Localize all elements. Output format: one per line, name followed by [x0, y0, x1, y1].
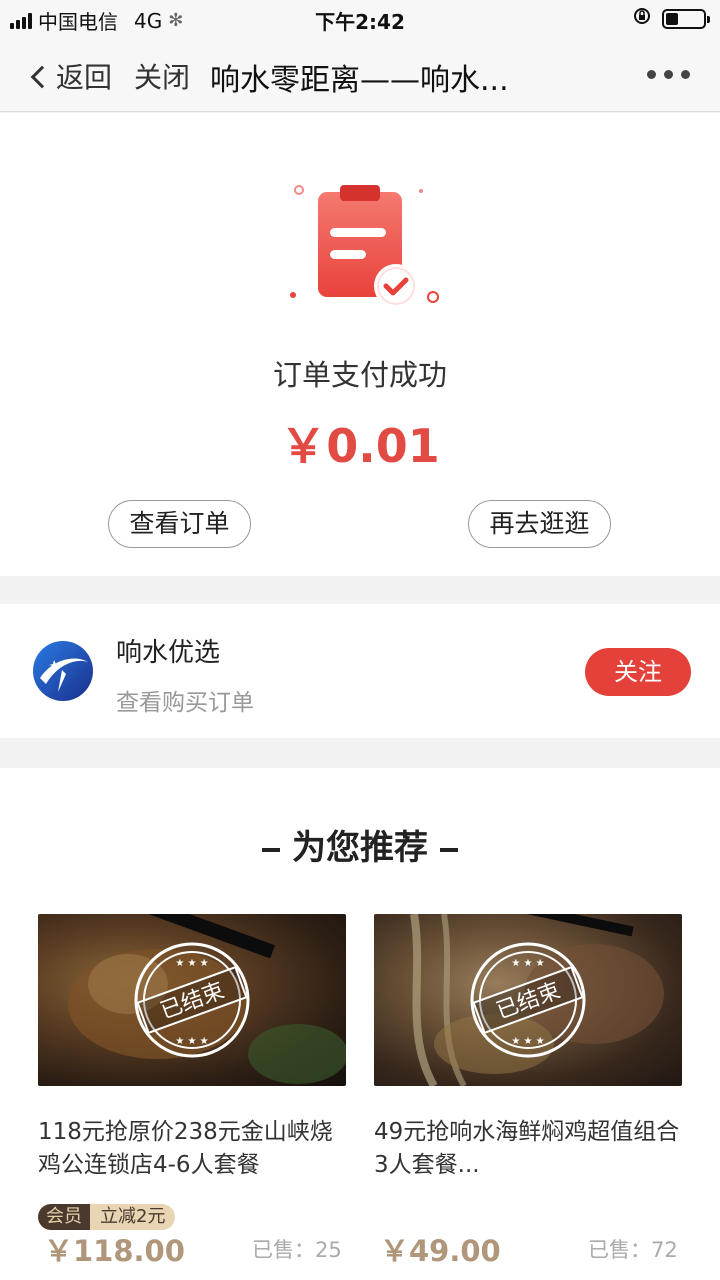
product-name[interactable]: 49元抢响水海鲜焖鸡超值组合3人套餐...	[374, 1116, 684, 1182]
nav-bar: 返回 关闭 响水零距离——响水...	[0, 36, 720, 112]
product-price: ￥118.00	[44, 1234, 185, 1268]
member-tag: 会员	[38, 1204, 90, 1230]
ended-stamp: 已结束 ★ ★ ★ ★ ★ ★	[134, 942, 250, 1058]
chevron-left-icon	[30, 65, 54, 89]
view-purchase-orders-link[interactable]: 查看购买订单	[116, 683, 254, 717]
page-title: 响水零距离——响水...	[210, 63, 509, 98]
view-order-button[interactable]: 查看订单	[108, 500, 251, 548]
battery-icon	[662, 8, 710, 29]
payment-success-title: 订单支付成功	[272, 358, 447, 392]
product-image[interactable]: 已结束 ★ ★ ★ ★ ★ ★	[38, 914, 346, 1086]
more-menu-icon[interactable]	[647, 70, 690, 79]
status-bar: 中国电信 4G ✻ 下午2:42	[0, 0, 720, 36]
product-image[interactable]: 已结束 ★ ★ ★ ★ ★ ★	[374, 914, 682, 1086]
orientation-lock-icon	[632, 6, 652, 31]
follow-button[interactable]: 关注	[585, 648, 691, 696]
clipboard-check-icon	[290, 185, 439, 308]
back-label: 返回	[56, 61, 113, 94]
shop-logo	[33, 641, 93, 701]
ended-stamp: 已结束 ★ ★ ★ ★ ★ ★	[470, 942, 586, 1058]
payment-amount: ￥0.01	[280, 419, 440, 473]
recommend-title-text: 为您推荐	[292, 828, 428, 868]
product-price: ￥49.00	[380, 1234, 501, 1268]
back-button[interactable]: 返回	[30, 56, 113, 96]
close-button[interactable]: 关闭	[134, 56, 190, 96]
recommend-title: 为您推荐	[0, 820, 720, 869]
status-time: 下午2:42	[315, 10, 405, 34]
status-right	[632, 6, 710, 31]
product-name[interactable]: 118元抢原价238元金山峡烧鸡公连锁店4-6人套餐	[38, 1116, 348, 1182]
shop-name: 响水优选	[116, 638, 221, 668]
svg-text:★ ★ ★: ★ ★ ★	[175, 958, 208, 969]
svg-text:★ ★ ★: ★ ★ ★	[511, 1036, 544, 1047]
sold-count: 已售：72	[588, 1238, 678, 1262]
svg-text:★ ★ ★: ★ ★ ★	[175, 1036, 208, 1047]
member-discount-badge: 会员 立减2元	[38, 1204, 176, 1230]
discount-tag: 立减2元	[90, 1204, 176, 1230]
svg-text:★ ★ ★: ★ ★ ★	[511, 958, 544, 969]
shop-again-button[interactable]: 再去逛逛	[468, 500, 611, 548]
sold-count: 已售：25	[252, 1238, 342, 1262]
